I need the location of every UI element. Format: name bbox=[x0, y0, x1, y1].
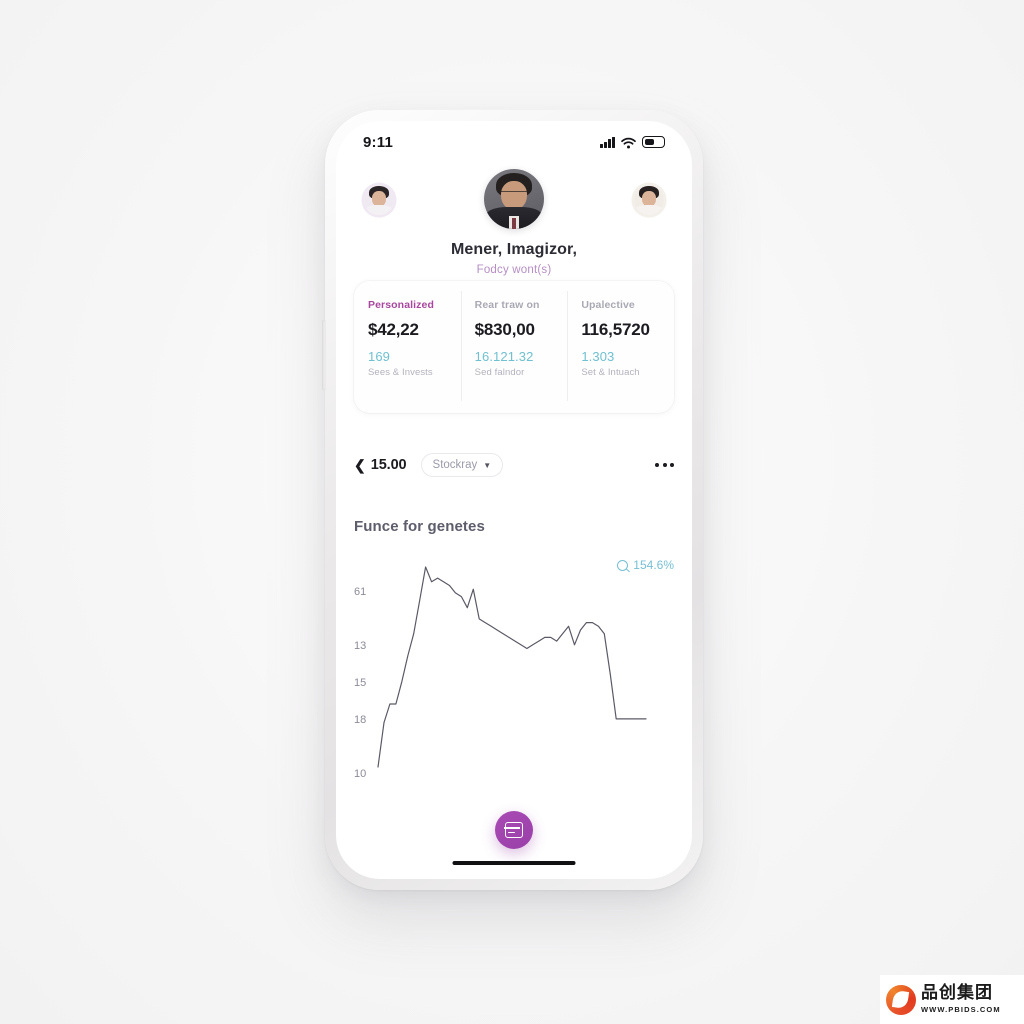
contact-avatar-left[interactable] bbox=[364, 185, 394, 215]
stat-sub-value: 1.303 bbox=[581, 349, 615, 364]
pbids-leaf-logo-icon bbox=[886, 984, 916, 1015]
stats-card: Personalized $42,22 169 Sees & Invests R… bbox=[354, 281, 674, 413]
chart-toolbar: ❮ 15.00 Stockray ▼ bbox=[354, 451, 674, 479]
stat-sub-value: 169 bbox=[368, 349, 390, 364]
y-axis-tick: 13 bbox=[354, 640, 367, 652]
stat-sub-value: 16.121.32 bbox=[474, 349, 534, 364]
watermark-url: WWW.PBIDS.COM bbox=[921, 1005, 1001, 1014]
chevron-left-icon[interactable]: ❮ bbox=[354, 457, 366, 474]
chart-line-svg bbox=[377, 566, 647, 768]
wifi-icon bbox=[621, 136, 636, 149]
profile-subtitle: Fodcy wont(s) bbox=[476, 264, 552, 276]
status-bar-clock: 9:11 bbox=[363, 133, 393, 151]
stat-caption: Sees & Invests bbox=[368, 367, 433, 378]
page-title: Mener, Imagizor, bbox=[450, 241, 578, 258]
market-dropdown[interactable]: Stockray ▼ bbox=[420, 453, 504, 477]
chart-series-line bbox=[377, 566, 647, 768]
contact-avatar-right[interactable] bbox=[634, 185, 664, 215]
stat-caption: Set & Intuach bbox=[581, 367, 640, 378]
watermark: 品创集团 WWW.PBIDS.COM bbox=[880, 975, 1024, 1024]
caret-down-icon: ▼ bbox=[483, 460, 492, 470]
stat-card-rear-traw-on[interactable]: Rear traw on $830,00 16.121.32 Sed falnd… bbox=[460, 281, 568, 413]
stat-value: 116,5720 bbox=[581, 320, 650, 339]
avatar bbox=[364, 185, 394, 215]
cellular-bars-icon bbox=[600, 136, 615, 148]
watermark-brand: 品创集团 bbox=[921, 983, 993, 1003]
card-stack-icon bbox=[504, 822, 523, 838]
home-indicator[interactable] bbox=[452, 860, 576, 865]
stat-label: Rear traw on bbox=[474, 299, 540, 311]
y-axis-tick: 10 bbox=[354, 768, 367, 780]
stat-caption: Sed falndor bbox=[474, 367, 525, 378]
stat-card-upalective[interactable]: Upalective 116,5720 1.303 Set & Intuach bbox=[567, 281, 674, 413]
price-chart[interactable]: 154.6% 61 13 15 18 10 bbox=[336, 551, 692, 811]
stat-value: $830,00 bbox=[474, 320, 535, 339]
toolbar-price: 15.00 bbox=[370, 457, 407, 473]
phone-screen: 9:11 Mener, Imagizor, Fodcy wont(s) Pers… bbox=[336, 121, 692, 879]
more-options-icon[interactable] bbox=[655, 463, 674, 467]
profile-avatar[interactable] bbox=[484, 169, 544, 229]
battery-icon bbox=[642, 136, 665, 148]
section-title: Funce for genetes bbox=[354, 518, 485, 535]
screenshot-canvas: 9:11 Mener, Imagizor, Fodcy wont(s) Pers… bbox=[0, 0, 1024, 1024]
phone-side-button[interactable] bbox=[322, 320, 326, 390]
profile-name-block: Mener, Imagizor, Fodcy wont(s) bbox=[336, 241, 692, 276]
watermark-text: 品创集团 WWW.PBIDS.COM bbox=[921, 983, 1001, 1015]
status-bar-icons bbox=[600, 136, 665, 149]
y-axis-tick: 15 bbox=[354, 677, 367, 689]
y-axis-tick: 18 bbox=[354, 714, 367, 726]
avatar bbox=[634, 185, 664, 215]
glasses-icon bbox=[501, 190, 527, 197]
stat-label: Personalized bbox=[368, 299, 434, 311]
status-bar: 9:11 bbox=[336, 121, 692, 163]
stat-label: Upalective bbox=[581, 299, 635, 311]
stat-value: $42,22 bbox=[368, 320, 419, 339]
phone-device-frame: 9:11 Mener, Imagizor, Fodcy wont(s) Pers… bbox=[322, 110, 703, 890]
stat-card-personalized[interactable]: Personalized $42,22 169 Sees & Invests bbox=[354, 281, 461, 413]
avatar-row bbox=[336, 169, 692, 245]
market-dropdown-label: Stockray bbox=[432, 459, 478, 471]
avatar bbox=[484, 169, 544, 229]
add-card-fab-button[interactable] bbox=[495, 811, 533, 849]
y-axis-tick: 61 bbox=[354, 586, 367, 598]
